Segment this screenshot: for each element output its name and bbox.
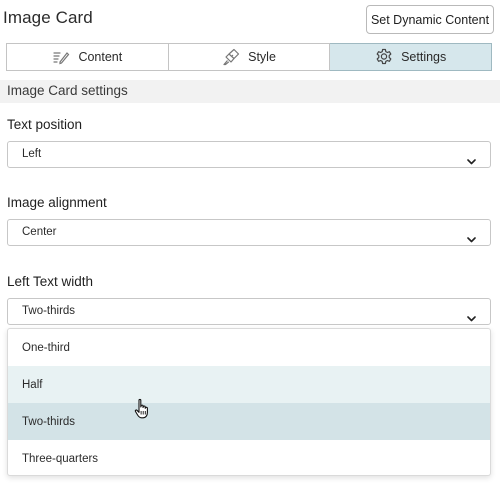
paint-brush-icon: [222, 48, 240, 66]
text-width-value: Two-thirds: [22, 305, 76, 317]
image-alignment-value: Center: [22, 226, 57, 238]
text-width-dropdown: One-third Half Two-thirds Three-quarters: [7, 328, 491, 476]
edit-icon: [52, 49, 70, 65]
tab-style-label: Style: [248, 50, 276, 64]
option-three-quarters[interactable]: Three-quarters: [8, 440, 490, 475]
image-alignment-label: Image alignment: [7, 195, 107, 210]
chevron-down-icon: [467, 309, 476, 327]
text-width-label: Left Text width: [7, 274, 94, 289]
chevron-down-icon: [467, 152, 476, 170]
gear-icon: [375, 48, 393, 66]
option-one-third[interactable]: One-third: [8, 329, 490, 366]
option-half[interactable]: Half: [8, 366, 490, 403]
tab-settings-label: Settings: [401, 50, 447, 64]
section-header: Image Card settings: [0, 80, 500, 103]
section-title: Image Card settings: [7, 83, 128, 98]
chevron-down-icon: [467, 230, 476, 248]
image-alignment-select[interactable]: Center: [7, 219, 491, 246]
option-two-thirds[interactable]: Two-thirds: [8, 403, 490, 440]
tab-bar: Content Style Settings: [6, 43, 493, 71]
panel-header: Image Card Set Dynamic Content: [0, 0, 500, 42]
tab-content-label: Content: [78, 50, 123, 64]
text-width-select[interactable]: Two-thirds: [7, 298, 491, 325]
text-position-value: Left: [22, 148, 42, 160]
text-position-select[interactable]: Left: [7, 141, 491, 168]
text-position-label: Text position: [7, 117, 83, 132]
tab-settings[interactable]: Settings: [330, 43, 493, 71]
tab-content[interactable]: Content: [6, 43, 169, 71]
tab-style[interactable]: Style: [168, 43, 331, 71]
set-dynamic-content-button[interactable]: Set Dynamic Content: [366, 5, 494, 34]
page-title: Image Card: [3, 8, 93, 27]
